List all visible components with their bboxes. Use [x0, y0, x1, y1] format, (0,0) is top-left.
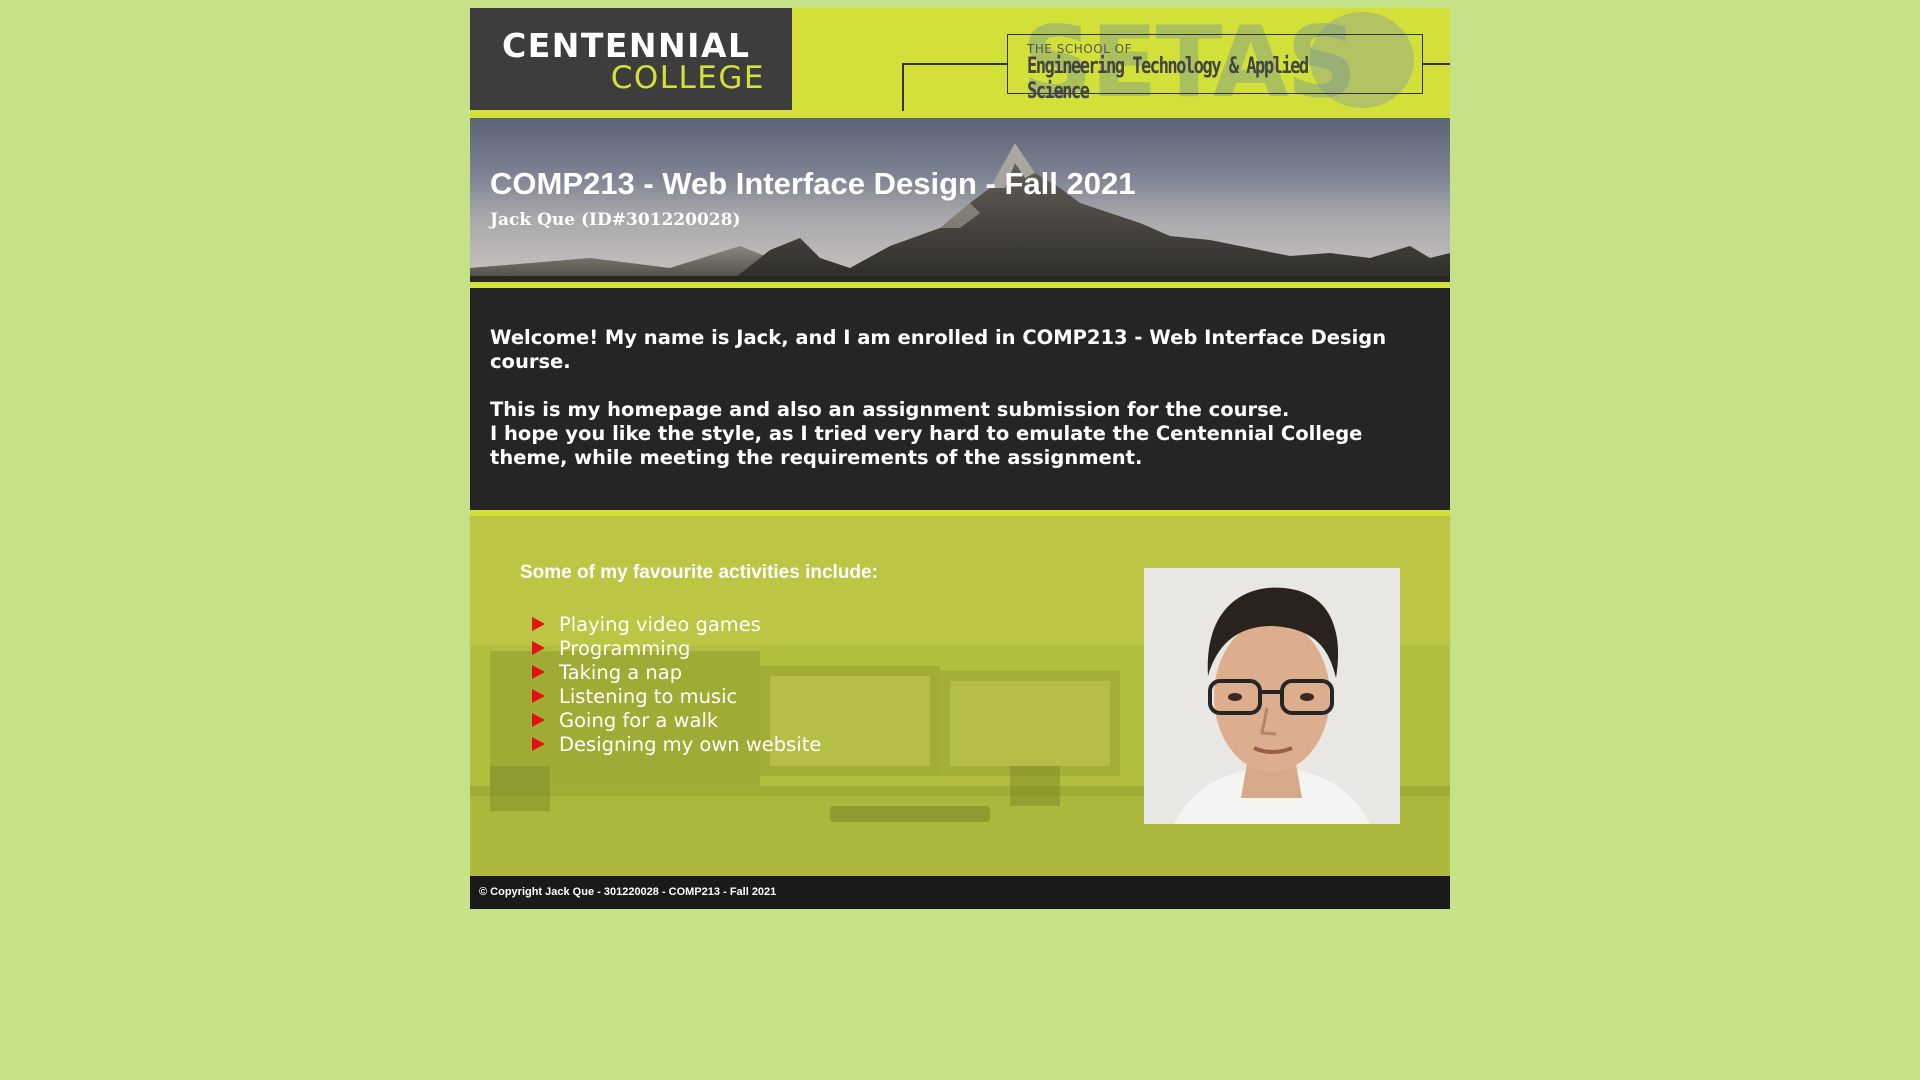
course-title: COMP213 - Web Interface Design - Fall 20…	[490, 166, 1136, 201]
site-header: CENTENNIAL COLLEGE SETAS THE SCHOOL OF E…	[470, 8, 1450, 118]
list-item: Taking a nap	[532, 660, 821, 684]
homepage-paragraph: This is my homepage and also an assignme…	[490, 398, 1430, 470]
red-arrow-bullet-icon	[532, 641, 545, 655]
red-arrow-bullet-icon	[532, 737, 545, 751]
activity-label: Going for a walk	[559, 708, 719, 732]
activity-label: Playing video games	[559, 612, 761, 636]
homepage-line-2: I hope you like the style, as I tried ve…	[490, 422, 1363, 469]
red-arrow-bullet-icon	[532, 665, 545, 679]
list-item: Listening to music	[532, 684, 821, 708]
profile-photo	[1144, 568, 1400, 824]
activity-label: Programming	[559, 636, 691, 660]
list-item: Playing video games	[532, 612, 821, 636]
activities-list: Playing video games Programming Taking a…	[532, 612, 821, 756]
student-name-id: Jack Que (ID#301220028)	[490, 210, 741, 230]
activities-heading: Some of my favourite activities include:	[520, 562, 878, 583]
mountain-banner: COMP213 - Web Interface Design - Fall 20…	[470, 118, 1450, 282]
header-rule-drop	[902, 63, 904, 111]
homepage-line-1: This is my homepage and also an assignme…	[490, 398, 1290, 421]
list-item: Programming	[532, 636, 821, 660]
activity-label: Designing my own website	[559, 732, 822, 756]
setas-school-name: Engineering Technology & Applied Science	[1027, 54, 1309, 104]
logo-line-2: COLLEGE	[610, 60, 765, 96]
activities-section: Some of my favourite activities include:…	[470, 516, 1450, 876]
intro-section: Welcome! My name is Jack, and I am enrol…	[470, 288, 1450, 510]
list-item: Designing my own website	[532, 732, 821, 756]
red-arrow-bullet-icon	[532, 617, 545, 631]
site-footer: © Copyright Jack Que - 301220028 - COMP2…	[470, 876, 1450, 909]
centennial-college-logo[interactable]: CENTENNIAL COLLEGE	[470, 8, 792, 110]
welcome-paragraph: Welcome! My name is Jack, and I am enrol…	[490, 326, 1387, 373]
activity-label: Listening to music	[559, 684, 738, 708]
list-item: Going for a walk	[532, 708, 821, 732]
activity-label: Taking a nap	[559, 660, 683, 684]
portrait-image	[1144, 568, 1400, 824]
header-rule-left	[902, 63, 1008, 65]
red-arrow-bullet-icon	[532, 689, 545, 703]
red-arrow-bullet-icon	[532, 713, 545, 727]
page-container: CENTENNIAL COLLEGE SETAS THE SCHOOL OF E…	[470, 8, 1450, 909]
copyright-text: © Copyright Jack Que - 301220028 - COMP2…	[479, 886, 777, 898]
header-rule-right	[1423, 63, 1450, 65]
